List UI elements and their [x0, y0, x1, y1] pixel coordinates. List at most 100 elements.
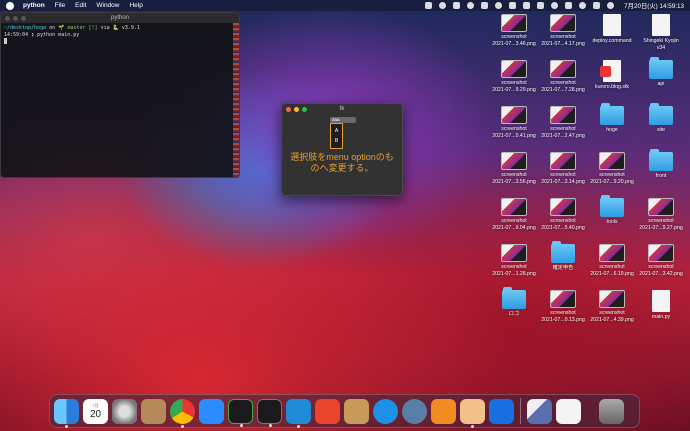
desktop-icon-screenshot[interactable]: screenshot 2021-07...3.42.png [637, 244, 685, 277]
terminal-on: on [49, 25, 56, 31]
bluetooth-icon[interactable] [523, 2, 531, 9]
terminal-via: via 🐍 v3.9.1 [100, 25, 140, 31]
desktop-icon-screenshot[interactable]: screenshot 2021-07...9.04.png [490, 198, 538, 231]
menu-help[interactable]: Help [129, 2, 142, 9]
recent-document-icon[interactable] [556, 398, 581, 424]
recent-screenshot-icon[interactable] [527, 398, 552, 424]
document-icon [652, 290, 670, 312]
desktop-icon-folder[interactable]: tools [588, 195, 636, 226]
apple-icon[interactable] [6, 1, 14, 10]
menu-edit[interactable]: Edit [75, 2, 86, 9]
folder-icon [600, 103, 624, 125]
terminal-output[interactable]: ~/desktop/hoge on 🌱 master [!] via 🐍 v3.… [1, 23, 239, 49]
desktop-icon-label: kuroro.blog.stk [594, 84, 630, 90]
option-a[interactable]: A [335, 128, 338, 134]
desktop-icon-screenshot[interactable]: screenshot 2021-07...0.41.png [490, 106, 538, 139]
desktop-icon-screenshot[interactable]: screenshot 2021-07...7.28.png [539, 60, 587, 93]
control-center-icon[interactable] [593, 2, 601, 9]
terminal-icon[interactable] [257, 398, 282, 427]
desktop-icon-label-line2: 2021-07...4.17.png [541, 40, 585, 47]
desktop-icon-screenshot[interactable]: screenshot 2021-07...3.46.png [490, 14, 538, 47]
desktop-icon-label-line2: 2021-07...1.28.png [492, 270, 536, 277]
document-icon [603, 14, 621, 36]
desktop-icon-folder[interactable]: ロゴ [490, 287, 538, 318]
status-app-icon-4[interactable] [467, 2, 475, 9]
status-app-icon-6[interactable] [495, 2, 503, 9]
menu-window[interactable]: Window [96, 2, 119, 9]
screenshot-thumbnail-icon [550, 152, 576, 170]
status-app-icon-3[interactable] [453, 2, 461, 9]
desktop-icon-folder[interactable]: front [637, 149, 685, 180]
desktop-icon-screenshot[interactable]: screenshot 2021-07...2.47.png [539, 106, 587, 139]
vscode-icon[interactable] [286, 398, 311, 428]
option-menu-dropdown[interactable]: A B [330, 123, 343, 149]
desktop-icon-file[interactable]: main.py [637, 290, 685, 321]
desktop-icon-label: site [656, 127, 666, 133]
terminal-window[interactable]: python ~/desktop/hoge on 🌱 master [!] vi… [0, 12, 240, 178]
menu-clock[interactable]: 7月20日(火) 14:59:13 [624, 1, 684, 10]
wifi-icon[interactable] [551, 2, 559, 9]
desktop-icon-screenshot[interactable]: screenshot 2021-07...0.13.png [539, 290, 587, 323]
desktop-icon-folder[interactable]: 確定申告 [539, 241, 587, 272]
desktop-icon-screenshot[interactable]: screenshot 2021-07...4.39.png [588, 290, 636, 323]
activity-monitor-icon[interactable] [228, 398, 253, 427]
status-app-icon-2[interactable] [439, 2, 447, 9]
desktop-icon-folder[interactable]: site [637, 103, 685, 134]
option-b[interactable]: B [335, 138, 338, 144]
desktop-icon-file[interactable]: deploy.command [588, 14, 636, 45]
menu-file[interactable]: File [55, 2, 65, 9]
desktop-icon-label-line2: 2021-07...4.39.png [590, 316, 634, 323]
dock-separator [520, 398, 521, 424]
desktop-icon-screenshot[interactable]: screenshot 2021-07...5.40.png [539, 198, 587, 231]
desktop-icon-file[interactable]: Shingeki Kyojin v34 [637, 14, 685, 51]
desktop-icon-screenshot[interactable]: screenshot 2021-07...6.19.png [588, 244, 636, 277]
contacts-icon[interactable] [141, 398, 166, 424]
terminal-path: ~/desktop/hoge [4, 25, 47, 31]
desktop-icon-screenshot[interactable]: screenshot 2021-07...9.20.png [588, 152, 636, 185]
quicktime-icon[interactable] [402, 398, 427, 424]
dock: 7月 20 [49, 394, 640, 428]
desktop-icon-folder[interactable]: api [637, 57, 685, 88]
desktop-icon-screenshot[interactable]: screenshot 2021-07...3.56.png [490, 152, 538, 185]
desktop-icon-label-line2: 2021-07...7.28.png [541, 86, 585, 93]
desktop-icon-label-line2: 2021-07...9.27.png [639, 224, 683, 231]
docker-icon[interactable] [373, 398, 398, 424]
sketch-app-icon[interactable] [460, 398, 485, 428]
terminal-time: 14:59:04 [4, 31, 29, 38]
tk-window[interactable]: tk aaa A B 選択肢をmenu optionのものへ変更する。 [281, 103, 403, 196]
desktop-icon-screenshot[interactable]: screenshot 2021-07...3.14.png [539, 152, 587, 185]
flag-icon[interactable] [565, 2, 573, 9]
status-app-icon-7[interactable] [509, 2, 517, 9]
menu-app-name[interactable]: python [23, 2, 45, 9]
system-preferences-icon[interactable] [112, 398, 137, 424]
archive-utility-icon[interactable] [344, 398, 369, 424]
calendar-day: 20 [89, 408, 102, 420]
status-app-icon-5[interactable] [481, 2, 489, 9]
search-icon[interactable] [579, 2, 587, 9]
terminal-scrollbar[interactable] [233, 23, 239, 177]
desktop-icon-screenshot[interactable]: screenshot 2021-07...4.17.png [539, 14, 587, 47]
terminal-titlebar[interactable]: python [1, 13, 239, 23]
desktop-icon-folder[interactable]: hoge [588, 103, 636, 134]
desktop-icon-screenshot[interactable]: screenshot 2021-07...9.27.png [637, 198, 685, 231]
siri-icon[interactable] [607, 2, 615, 9]
zoom-icon[interactable] [199, 398, 224, 424]
desktop-icon-file[interactable]: kuroro.blog.stk [588, 60, 636, 91]
desktop-icon-label-line2: 2021-07...9.04.png [492, 224, 536, 231]
folder-icon [502, 287, 526, 309]
calendar-icon[interactable]: 7月 20 [83, 398, 108, 424]
trash-icon[interactable] [599, 398, 624, 424]
battery-icon[interactable] [537, 2, 545, 9]
desktop-icon-label-line2: 2021-07...3.42.png [639, 270, 683, 277]
stocks-app-icon[interactable] [315, 398, 340, 424]
tk-titlebar[interactable]: tk [282, 104, 402, 114]
finder-icon[interactable] [54, 398, 79, 428]
chrome-icon[interactable] [170, 398, 195, 428]
terminal-title: python [110, 15, 129, 21]
sourcetree-icon[interactable] [431, 398, 456, 424]
status-app-icon-1[interactable] [425, 2, 433, 9]
screenshot-thumbnail-icon [550, 106, 576, 124]
desktop-icon-screenshot[interactable]: screenshot 2021-07...1.28.png [490, 244, 538, 277]
infinity-app-icon[interactable] [489, 398, 514, 424]
desktop-icon-screenshot[interactable]: screenshot 2021-07...9.29.png [490, 60, 538, 93]
